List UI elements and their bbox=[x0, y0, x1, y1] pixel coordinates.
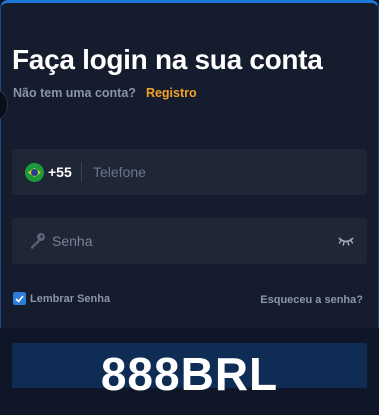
forgot-password-link[interactable]: Esqueceu a senha? bbox=[260, 294, 363, 306]
eye-closed-icon[interactable] bbox=[338, 235, 354, 247]
remember-password-label: Lembrar Senha bbox=[30, 292, 111, 305]
password-input[interactable]: Senha bbox=[52, 233, 92, 249]
register-prompt: Não tem uma conta? Registro bbox=[13, 86, 197, 100]
key-icon bbox=[31, 233, 45, 249]
page-title: Faça login na sua conta bbox=[12, 44, 323, 75]
promo-code: 888BRL bbox=[100, 348, 279, 400]
password-field[interactable]: Senha bbox=[12, 218, 367, 264]
remember-password-checkbox[interactable]: Lembrar Senha bbox=[13, 292, 110, 305]
phone-input[interactable]: Telefone bbox=[93, 164, 146, 180]
field-divider bbox=[81, 162, 82, 182]
checkbox-checked-icon[interactable] bbox=[13, 292, 26, 305]
no-account-text: Não tem uma conta? bbox=[13, 86, 136, 100]
dial-code[interactable]: +55 bbox=[48, 164, 72, 180]
phone-field[interactable]: +55 Telefone bbox=[12, 149, 367, 195]
brazil-flag-icon[interactable] bbox=[25, 163, 44, 182]
register-link[interactable]: Registro bbox=[146, 86, 197, 100]
